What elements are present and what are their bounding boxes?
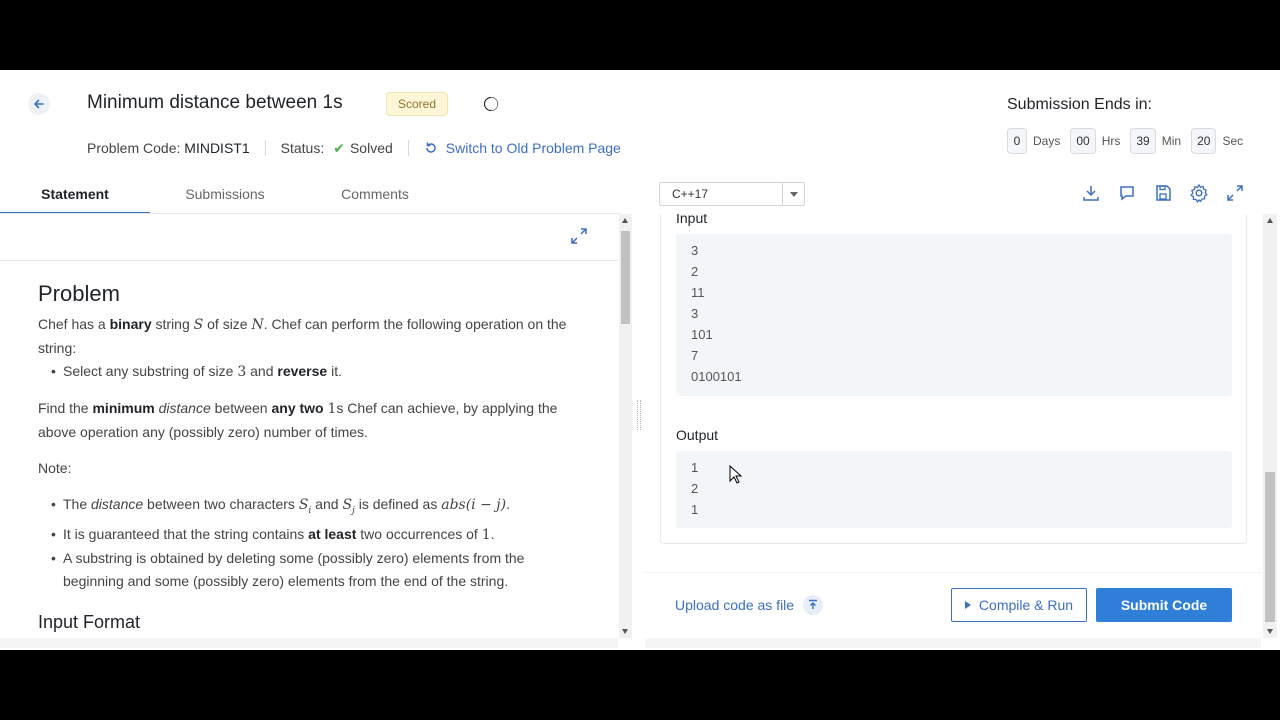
settings-icon[interactable]: [1189, 183, 1209, 204]
compile-run-button[interactable]: Compile & Run: [951, 588, 1087, 622]
check-icon: ✔: [333, 139, 345, 156]
editor-horizontal-scrollbar[interactable]: [645, 638, 1261, 648]
arrow-left-icon: [34, 99, 44, 109]
divider: [264, 140, 266, 156]
problem-code-label: Problem Code:: [87, 140, 181, 156]
problem-code: MINDIST1: [184, 140, 250, 156]
timer-hours: 00: [1070, 128, 1096, 154]
divider: [407, 140, 409, 156]
timer-hours-label: Hrs: [1101, 134, 1121, 148]
download-icon[interactable]: [1081, 183, 1101, 203]
io-line: 7: [691, 348, 699, 363]
timer-seconds-label: Sec: [1222, 134, 1244, 148]
io-line: 101: [691, 327, 713, 342]
sample-io-panel: Input 3 2 11 3 101 7 0100101 Output 1 2 1 Upload…: [645, 214, 1261, 638]
moon-icon: [484, 97, 498, 111]
problem-heading: Problem: [38, 281, 120, 306]
countdown-timer: 0 Days 00 Hrs 39 Min 20 Sec: [1007, 128, 1243, 154]
io-line: 2: [691, 264, 699, 279]
submission-timer-heading: Submission Ends in:: [1007, 96, 1152, 113]
tab-submissions[interactable]: Submissions: [150, 174, 300, 214]
status-value: Solved: [349, 140, 393, 156]
problem-tabs: Statement Submissions Comments: [0, 174, 620, 214]
upload-label: Upload code as file: [675, 597, 795, 613]
notes-list: The distance between two characters Si a…: [51, 493, 578, 593]
timer-minutes: 39: [1130, 128, 1156, 154]
sample-input-box: 3 2 11 3 101 7 0100101: [676, 234, 1232, 396]
statement-panel: Problem Chef has a binary string S of si…: [0, 214, 618, 638]
statement-paragraph: Chef has a binary string S of size N. Ch…: [38, 316, 567, 356]
scrollbar-thumb[interactable]: [1265, 472, 1275, 622]
io-line: 11: [691, 285, 705, 300]
scored-badge: Scored: [386, 92, 449, 116]
statement-paragraph: Find the minimum distance between any tw…: [38, 400, 558, 440]
theme-toggle[interactable]: [483, 96, 499, 112]
refresh-icon: [426, 142, 436, 153]
scroll-down-arrow[interactable]: [622, 629, 628, 634]
problem-statement: Problem Chef has a binary string S of si…: [38, 282, 578, 634]
sample-card: Input 3 2 11 3 101 7 0100101 Output 1 2 1: [660, 214, 1247, 544]
input-format-heading: Input Format: [38, 611, 141, 632]
list-item: The distance between two characters Si a…: [51, 493, 578, 523]
io-line: 0100101: [691, 369, 742, 384]
io-line: 1: [691, 502, 699, 517]
compile-label: Compile & Run: [978, 597, 1074, 613]
page-title: Minimum distance between 1s: [87, 92, 343, 113]
comment-icon[interactable]: [1117, 183, 1137, 203]
io-line: 3: [691, 243, 699, 258]
submit-code-button[interactable]: Submit Code: [1096, 588, 1232, 622]
problem-meta: Problem Code: MINDIST1 Status: ✔ Solved …: [87, 139, 621, 157]
language-value: C++17: [672, 187, 709, 201]
operation-list: Select any substring of size 3 and rever…: [51, 360, 578, 384]
scroll-up-arrow[interactable]: [622, 218, 628, 223]
tab-comments[interactable]: Comments: [300, 174, 450, 214]
io-line: 3: [691, 306, 699, 321]
sample-output-box: 1 2 1: [676, 451, 1232, 528]
editor-toolbar: [1081, 183, 1245, 204]
sample-output-label: Output: [676, 427, 719, 443]
statement-scrollbar[interactable]: [619, 214, 632, 638]
app-viewport: Minimum distance between 1s Scored Probl…: [0, 70, 1280, 650]
tab-statement[interactable]: Statement: [0, 174, 150, 214]
statement-horizontal-scrollbar[interactable]: [0, 638, 618, 648]
sample-input-label: Input: [676, 214, 708, 226]
list-item: A substring is obtained by deleting some…: [51, 547, 578, 593]
back-button[interactable]: [28, 93, 50, 115]
divider: [0, 260, 618, 261]
switch-link-label: Switch to Old Problem Page: [445, 140, 621, 156]
chevron-down-icon: [782, 183, 804, 205]
expand-icon: [571, 228, 587, 244]
upload-icon: [803, 595, 824, 615]
list-item: It is guaranteed that the string contain…: [51, 523, 578, 547]
status-label: Status:: [280, 140, 325, 156]
timer-days: 0: [1007, 128, 1027, 154]
upload-code-link[interactable]: Upload code as file: [675, 595, 824, 615]
save-icon[interactable]: [1153, 183, 1173, 203]
editor-scrollbar[interactable]: [1263, 214, 1277, 638]
divider: [645, 572, 1261, 573]
timer-days-label: Days: [1033, 134, 1061, 148]
io-line: 2: [691, 481, 699, 496]
panel-resize-handle[interactable]: [637, 400, 641, 430]
switch-old-page-link[interactable]: Switch to Old Problem Page: [424, 140, 621, 156]
expand-statement-button[interactable]: [569, 226, 589, 246]
language-select[interactable]: C++17: [659, 182, 805, 206]
timer-minutes-label: Min: [1161, 134, 1182, 148]
list-item: Select any substring of size 3 and rever…: [51, 360, 578, 384]
io-line: 1: [691, 460, 699, 475]
scroll-down-arrow[interactable]: [1267, 629, 1273, 634]
scroll-up-arrow[interactable]: [1267, 218, 1273, 223]
note-label: Note:: [38, 460, 72, 476]
play-icon: [964, 601, 971, 609]
fullscreen-icon[interactable]: [1225, 183, 1245, 203]
mouse-cursor-icon: [729, 465, 743, 484]
timer-seconds: 20: [1191, 128, 1217, 154]
scrollbar-thumb[interactable]: [621, 231, 630, 324]
